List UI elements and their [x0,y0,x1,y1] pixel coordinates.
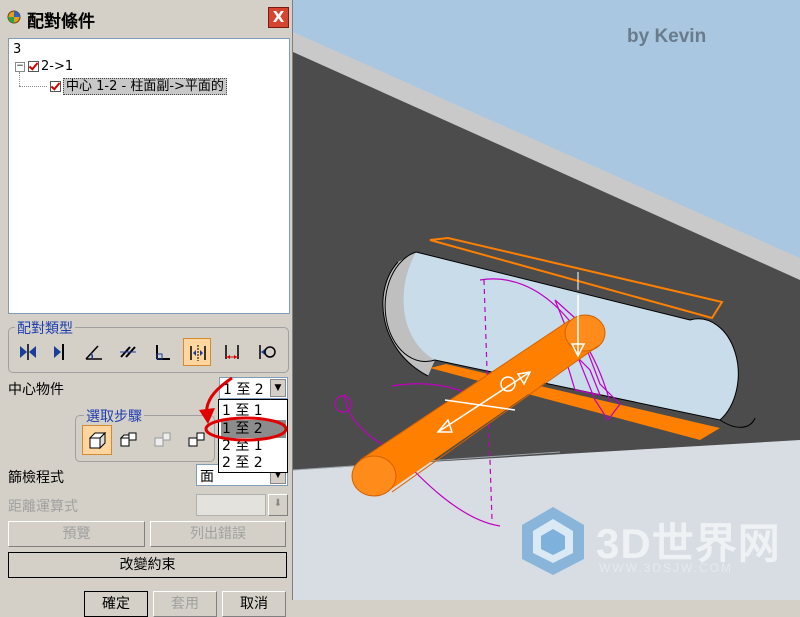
tree-item-row[interactable]: 中心 1-2 - 柱面副->平面的 [50,78,227,95]
center-object-dropdown-list[interactable]: 1 至 1 1 至 2 2 至 1 2 至 2 [218,399,288,473]
cube-pair-disabled-icon [154,432,171,447]
dialog-title: 配對條件 [27,12,95,32]
cube-select-icon [89,432,107,450]
apply-button[interactable]: 套用 [153,591,217,617]
checkbox-icon[interactable] [50,81,61,92]
center-object-select[interactable]: 1 至 2 ▼ [219,377,288,399]
select-step-1-button[interactable] [82,425,112,455]
close-button[interactable]: X [268,7,289,28]
title-bar[interactable]: 配對條件 X [2,3,291,32]
parallel-icon [120,346,136,358]
center-button[interactable] [183,338,211,366]
perpendicular-button[interactable] [148,338,176,366]
mate-icon [20,344,36,360]
dropdown-option[interactable]: 2 至 2 [221,454,286,472]
tangent-icon [259,345,276,359]
cube-pair-icon [188,432,205,447]
tree-count: 3 [13,42,22,57]
distance-icon [225,345,239,359]
select-step-3-button[interactable] [148,425,178,455]
close-icon: X [272,8,285,26]
dropdown-option[interactable]: 1 至 1 [221,402,286,420]
angle-icon [85,345,102,360]
filter-value: 面 [200,469,214,485]
tree-group-label: 2->1 [41,59,74,74]
mate-button[interactable] [14,338,42,366]
mating-conditions-dialog: 配對條件 X 3 − 2->1 中心 1-2 - 柱面副->平面的 配對類型 中心… [0,0,293,617]
collapse-icon[interactable]: − [15,61,25,72]
tree-item-label: 中心 1-2 - 柱面副->平面的 [63,78,227,95]
distance-button[interactable] [218,338,246,366]
watermark-url: WWW.3DSJW.COM [599,561,733,575]
change-constraint-button[interactable]: 改變約束 [8,552,287,578]
center-object-value: 1 至 2 [223,382,264,398]
parallel-button[interactable] [114,338,142,366]
chevron-down-icon[interactable]: ▼ [270,379,286,397]
center-object-label: 中心物件 [8,382,64,398]
perpendicular-icon [156,345,170,360]
tangent-button[interactable] [252,338,280,366]
arrow-down-icon: ⬇ [273,498,283,509]
distance-expression-label: 距離運算式 [8,499,78,515]
angle-button[interactable] [80,338,108,366]
tree-connector [19,72,21,86]
cancel-button[interactable]: 取消 [222,591,286,617]
byline-text: by Kevin [627,26,707,47]
checkbox-icon[interactable] [28,61,39,72]
mate-type-label: 配對類型 [15,318,75,338]
center-icon [190,345,206,361]
select-step-2-button[interactable] [114,425,144,455]
3d-viewport[interactable]: by Kevin 3D世界网 WWW.3DSJW.COM [293,0,800,600]
dropdown-option[interactable]: 2 至 1 [221,437,286,455]
list-errors-button[interactable]: 列出錯誤 [150,521,286,547]
app-icon [7,10,21,24]
ok-button[interactable]: 確定 [84,591,148,617]
select-step-4-button[interactable] [182,425,212,455]
align-button[interactable] [46,338,74,366]
distance-expression-menu-button[interactable]: ⬇ [268,494,288,516]
watermark-cube-icon [522,507,584,575]
tree-connector [19,86,47,88]
mate-tree[interactable]: 3 − 2->1 中心 1-2 - 柱面副->平面的 [8,38,290,314]
tree-group-row[interactable]: − 2->1 [15,59,73,75]
dropdown-option-selected[interactable]: 1 至 2 [221,420,286,438]
selection-steps-label: 選取步驟 [84,406,144,426]
cube-pair-icon [120,432,137,447]
preview-button[interactable]: 預覽 [8,521,145,547]
align-icon [54,344,64,360]
distance-expression-input[interactable] [196,494,266,516]
filter-label: 篩檢程式 [8,470,64,486]
